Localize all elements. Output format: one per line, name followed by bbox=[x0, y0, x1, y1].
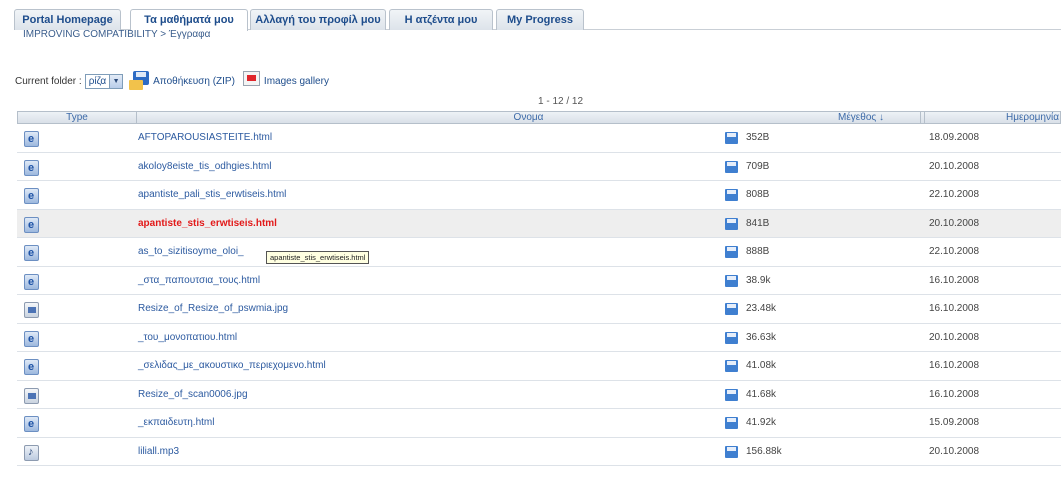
file-date: 16.10.2008 bbox=[929, 274, 980, 286]
mp3-file-icon[interactable] bbox=[24, 444, 39, 461]
tab-my-agenda[interactable]: Η ατζέντα μου bbox=[389, 9, 493, 30]
chevron-down-icon[interactable]: ▼ bbox=[109, 74, 123, 88]
table-row[interactable]: _στα_παπουτσια_τους.html 38.9k 16.10.2008 bbox=[17, 267, 1061, 295]
table-row[interactable]: liliall.mp3 156.88k 20.10.2008 bbox=[17, 438, 1061, 466]
column-header-date[interactable]: Ημερομηνία bbox=[925, 112, 1061, 124]
html-file-icon[interactable] bbox=[24, 188, 39, 204]
download-icon[interactable] bbox=[725, 417, 738, 429]
table-row[interactable]: Resize_of_scan0006.jpg 41.68k 16.10.2008 bbox=[17, 381, 1061, 409]
download-icon[interactable] bbox=[725, 303, 738, 315]
file-size: 41.08k bbox=[746, 360, 777, 371]
zip-save-icon[interactable] bbox=[129, 71, 151, 91]
html-file-icon[interactable] bbox=[24, 131, 39, 147]
file-name-link[interactable]: AFTOPAROUSIASTEITE.html bbox=[138, 132, 272, 143]
file-name-link[interactable]: _του_μονοπατιου.html bbox=[138, 332, 237, 343]
file-date: 20.10.2008 bbox=[929, 217, 980, 229]
file-size: 36.63k bbox=[746, 331, 777, 343]
tab-my-progress[interactable]: My Progress bbox=[496, 9, 584, 30]
tab-edit-profile[interactable]: Αλλαγή του προφίλ μου bbox=[250, 9, 386, 30]
table-row[interactable]: AFTOPAROUSIASTEITE.html 352B 18.09.2008 bbox=[17, 124, 1061, 153]
file-date: 22.10.2008 bbox=[929, 246, 980, 257]
download-icon[interactable] bbox=[725, 217, 738, 230]
file-date: 16.10.2008 bbox=[929, 388, 980, 400]
documents-table: Type Ονομα Μέγεθος ↓ Ημερομηνία AFTOPARO… bbox=[17, 111, 1061, 466]
file-name-link[interactable]: akoloy8eiste_tis_odhgies.html bbox=[138, 161, 271, 172]
table-row[interactable]: apantiste_stis_erwtiseis.html 841B 20.10.2… bbox=[17, 209, 1061, 238]
download-icon[interactable] bbox=[725, 132, 738, 144]
tab-portal-homepage[interactable]: Portal Homepage bbox=[14, 9, 121, 30]
file-size: 352B bbox=[746, 132, 770, 143]
file-size: 808B bbox=[746, 189, 770, 200]
table-row[interactable]: _εκπαιδευτη.html 41.92k 15.09.2008 bbox=[17, 409, 1061, 438]
breadcrumb[interactable]: IMPROVING COMPATIBILITY > Έγγραφα bbox=[23, 29, 210, 40]
jpg-file-icon[interactable] bbox=[24, 302, 39, 318]
file-date: 16.10.2008 bbox=[929, 303, 980, 314]
table-header: Type Ονομα Μέγεθος ↓ Ημερομηνία bbox=[17, 111, 1061, 124]
table-row[interactable]: akoloy8eiste_tis_odhgies.html 709B 20.10.2… bbox=[17, 153, 1061, 181]
images-gallery-icon[interactable] bbox=[242, 70, 260, 86]
html-file-icon[interactable] bbox=[24, 273, 39, 290]
download-icon[interactable] bbox=[725, 160, 738, 173]
html-file-icon[interactable] bbox=[24, 245, 39, 261]
file-date: 20.10.2008 bbox=[929, 445, 980, 457]
html-file-icon[interactable] bbox=[24, 416, 39, 432]
file-size: 841B bbox=[746, 217, 770, 229]
column-header-size[interactable]: Μέγεθος ↓ bbox=[718, 112, 925, 124]
file-size: 38.9k bbox=[746, 274, 771, 286]
html-file-icon[interactable] bbox=[24, 330, 39, 347]
table-row[interactable]: _του_μονοπατιου.html 36.63k 20.10.2008 bbox=[17, 324, 1061, 352]
file-date: 18.09.2008 bbox=[929, 132, 980, 143]
file-name-link[interactable]: _στα_παπουτσια_τους.html bbox=[138, 275, 260, 286]
file-date: 20.10.2008 bbox=[929, 160, 980, 172]
file-name-link[interactable]: as_to_sizitisoyme_oloi_ bbox=[138, 246, 244, 257]
table-row[interactable]: Resize_of_Resize_of_pswmia.jpg 23.48k 16.1… bbox=[17, 295, 1061, 324]
file-size: 23.48k bbox=[746, 303, 777, 314]
html-file-icon[interactable] bbox=[24, 159, 39, 176]
folder-select-value: ρίζα bbox=[88, 75, 107, 87]
file-size: 888B bbox=[746, 246, 770, 257]
save-zip-link[interactable]: Αποθήκευση (ZIP) bbox=[153, 76, 235, 87]
file-size: 41.68k bbox=[746, 388, 777, 400]
table-body: AFTOPAROUSIASTEITE.html 352B 18.09.2008 ako… bbox=[17, 124, 1061, 466]
file-name-link[interactable]: liliall.mp3 bbox=[138, 446, 179, 457]
document-toolbar: Current folder : ρίζα ▼ Αποθήκευση (ZIP)… bbox=[15, 66, 337, 96]
html-file-icon[interactable] bbox=[24, 216, 39, 233]
file-date: 16.10.2008 bbox=[929, 360, 980, 371]
tab-my-courses[interactable]: Τα μαθήματά μου bbox=[130, 9, 248, 31]
pagination-info: 1 - 12 / 12 bbox=[538, 96, 584, 107]
file-date: 15.09.2008 bbox=[929, 417, 980, 428]
download-icon[interactable] bbox=[725, 331, 738, 344]
file-size: 41.92k bbox=[746, 417, 777, 428]
file-name-link[interactable]: _σελιδας_με_ακουστικο_περιεχομενο.html bbox=[138, 360, 326, 371]
file-name-link[interactable]: Resize_of_scan0006.jpg bbox=[138, 389, 248, 400]
file-size: 156.88k bbox=[746, 445, 782, 457]
download-icon[interactable] bbox=[725, 445, 738, 458]
jpg-file-icon[interactable] bbox=[24, 387, 39, 404]
folder-select[interactable]: ρίζα ▼ bbox=[84, 73, 124, 89]
tab-bar: Portal Homepage Τα μαθήματά μου Αλλαγή τ… bbox=[14, 9, 1061, 31]
download-icon[interactable] bbox=[725, 246, 738, 258]
table-row[interactable]: apantiste_pali_stis_erwtiseis.html 808B 22… bbox=[17, 181, 1061, 210]
download-icon[interactable] bbox=[725, 274, 738, 287]
html-file-icon[interactable] bbox=[24, 359, 39, 375]
file-name-link[interactable]: Resize_of_Resize_of_pswmia.jpg bbox=[138, 303, 288, 314]
file-date: 20.10.2008 bbox=[929, 331, 980, 343]
column-header-type[interactable]: Type bbox=[18, 112, 137, 124]
images-gallery-link[interactable]: Images gallery bbox=[264, 76, 329, 87]
table-row[interactable]: _σελιδας_με_ακουστικο_περιεχομενο.html 41… bbox=[17, 352, 1061, 381]
filename-tooltip: apantiste_stis_erwtiseis.html bbox=[266, 251, 370, 264]
file-name-link[interactable]: apantiste_stis_erwtiseis.html bbox=[138, 218, 277, 229]
file-name-link[interactable]: _εκπαιδευτη.html bbox=[138, 417, 214, 428]
file-name-link[interactable]: apantiste_pali_stis_erwtiseis.html bbox=[138, 189, 286, 200]
current-folder-label: Current folder : bbox=[15, 75, 82, 87]
download-icon[interactable] bbox=[725, 388, 738, 401]
download-icon[interactable] bbox=[725, 360, 738, 372]
download-icon[interactable] bbox=[725, 189, 738, 201]
table-row[interactable]: as_to_sizitisoyme_oloi_ 888B 22.10.2008 bbox=[17, 238, 1061, 267]
file-date: 22.10.2008 bbox=[929, 189, 980, 200]
file-size: 709B bbox=[746, 160, 770, 172]
